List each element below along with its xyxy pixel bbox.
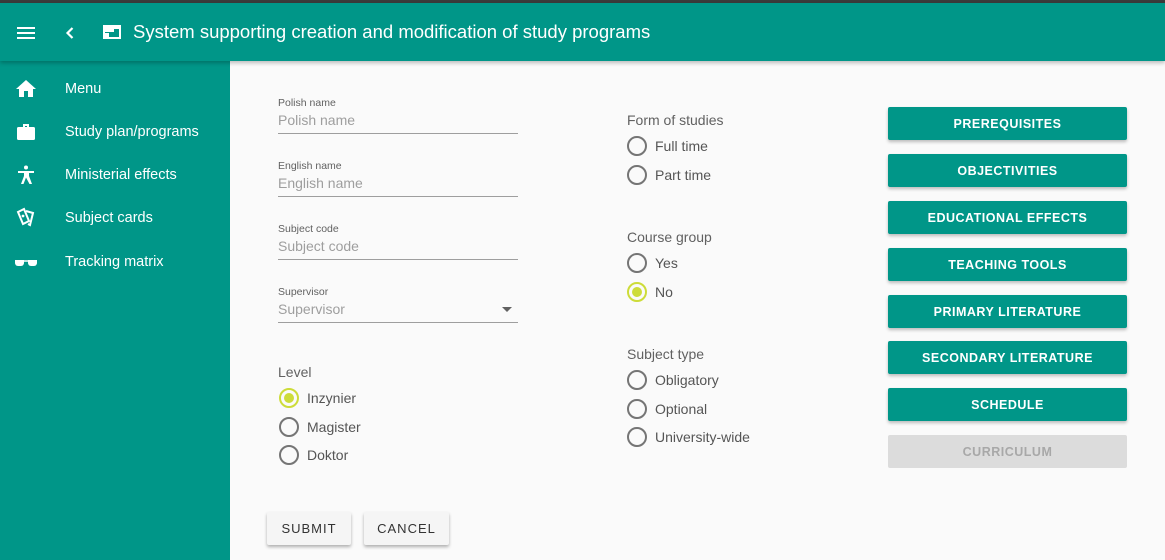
radio-label: Optional — [655, 401, 708, 417]
form-radio-full-time[interactable]: Full time — [627, 136, 708, 156]
briefcase-icon — [14, 120, 38, 144]
course-group-title: Course group — [627, 229, 712, 245]
polish-name-label: Polish name — [278, 97, 336, 109]
english-name-input[interactable] — [278, 172, 518, 197]
radio-unchecked-icon — [627, 253, 647, 273]
radio-unchecked-icon — [627, 399, 647, 419]
sidebar-item-subject-cards[interactable]: Subject cards — [0, 198, 230, 238]
teaching-tools-button[interactable]: TEACHING TOOLS — [888, 248, 1127, 281]
radio-unchecked-icon — [279, 445, 299, 465]
radio-label: Part time — [655, 167, 712, 183]
radio-label: Doktor — [307, 447, 349, 463]
sidebar-item-ministerial-effects[interactable]: Ministerial effects — [0, 155, 230, 195]
sidebar-item-study-plan[interactable]: Study plan/programs — [0, 112, 230, 152]
primary-literature-button[interactable]: PRIMARY LITERATURE — [888, 295, 1127, 328]
sidebar-item-label: Study plan/programs — [65, 124, 199, 140]
polish-name-field: Polish name — [278, 97, 518, 134]
supervisor-placeholder: Supervisor — [278, 301, 345, 317]
educational-effects-button[interactable]: EDUCATIONAL EFFECTS — [888, 201, 1127, 234]
sidebar-item-tracking-matrix[interactable]: Tracking matrix — [0, 242, 230, 282]
subject-code-label: Subject code — [278, 223, 339, 235]
form-radio-part-time[interactable]: Part time — [627, 165, 711, 185]
radio-unchecked-icon — [627, 370, 647, 390]
objectivities-button[interactable]: OBJECTIVITIES — [888, 154, 1127, 187]
radio-unchecked-icon — [627, 427, 647, 447]
web-window-icon — [100, 20, 124, 44]
sidebar-item-label: Tracking matrix — [65, 254, 164, 270]
level-radio-doktor[interactable]: Doktor — [279, 445, 348, 465]
submit-button[interactable]: SUBMIT — [267, 512, 351, 545]
radio-unchecked-icon — [279, 417, 299, 437]
english-name-field: English name — [278, 160, 518, 197]
supervisor-select[interactable]: Supervisor — [278, 298, 518, 323]
subject-type-radio-optional[interactable]: Optional — [627, 399, 707, 419]
accessibility-icon — [14, 163, 38, 187]
radio-unchecked-icon — [627, 136, 647, 156]
radio-label: Magister — [307, 419, 361, 435]
radio-checked-icon — [279, 388, 299, 408]
radio-label: Obligatory — [655, 372, 719, 388]
radio-label: No — [655, 284, 673, 300]
radio-label: University-wide — [655, 429, 750, 445]
chevron-left-icon[interactable] — [58, 21, 82, 45]
home-icon — [14, 77, 38, 101]
secondary-literature-button[interactable]: SECONDARY LITERATURE — [888, 341, 1127, 374]
dropdown-arrow-icon — [502, 306, 512, 312]
radio-label: Full time — [655, 138, 708, 154]
app-bar: System supporting creation and modificat… — [0, 3, 1165, 61]
supervisor-label: Supervisor — [278, 286, 329, 298]
schedule-button[interactable]: SCHEDULE — [888, 388, 1127, 421]
sidebar-item-label: Menu — [65, 81, 102, 97]
radio-checked-icon — [627, 282, 647, 302]
subject-type-title: Subject type — [627, 346, 705, 362]
level-radio-inzynier[interactable]: Inzynier — [279, 388, 356, 408]
radio-unchecked-icon — [627, 165, 647, 185]
polish-name-input[interactable] — [278, 109, 518, 134]
page-title: System supporting creation and modificat… — [133, 21, 651, 42]
course-group-radio-yes[interactable]: Yes — [627, 253, 678, 273]
course-group-radio-no[interactable]: No — [627, 282, 673, 302]
cards-icon — [14, 206, 38, 230]
subject-type-radio-university-wide[interactable]: University-wide — [627, 427, 750, 447]
menu-icon[interactable] — [14, 21, 38, 45]
supervisor-field: Supervisor Supervisor — [278, 286, 518, 323]
level-title: Level — [278, 364, 312, 380]
glasses-icon — [14, 250, 38, 274]
sidebar-item-menu[interactable]: Menu — [0, 69, 230, 109]
form-of-studies-title: Form of studies — [627, 112, 724, 128]
cancel-button[interactable]: CANCEL — [364, 512, 449, 545]
english-name-label: English name — [278, 160, 342, 172]
prerequisites-button[interactable]: PREREQUISITES — [888, 107, 1127, 140]
subject-code-field: Subject code — [278, 223, 518, 260]
radio-label: Yes — [655, 255, 678, 271]
sidebar-item-label: Ministerial effects — [65, 167, 177, 183]
curriculum-button: CURRICULUM — [888, 435, 1127, 468]
subject-type-radio-obligatory[interactable]: Obligatory — [627, 370, 719, 390]
radio-label: Inzynier — [307, 390, 357, 406]
sidebar: Menu Study plan/programs Ministerial eff… — [0, 61, 230, 560]
level-radio-magister[interactable]: Magister — [279, 417, 361, 437]
subject-code-input[interactable] — [278, 235, 518, 260]
sidebar-item-label: Subject cards — [65, 210, 153, 226]
